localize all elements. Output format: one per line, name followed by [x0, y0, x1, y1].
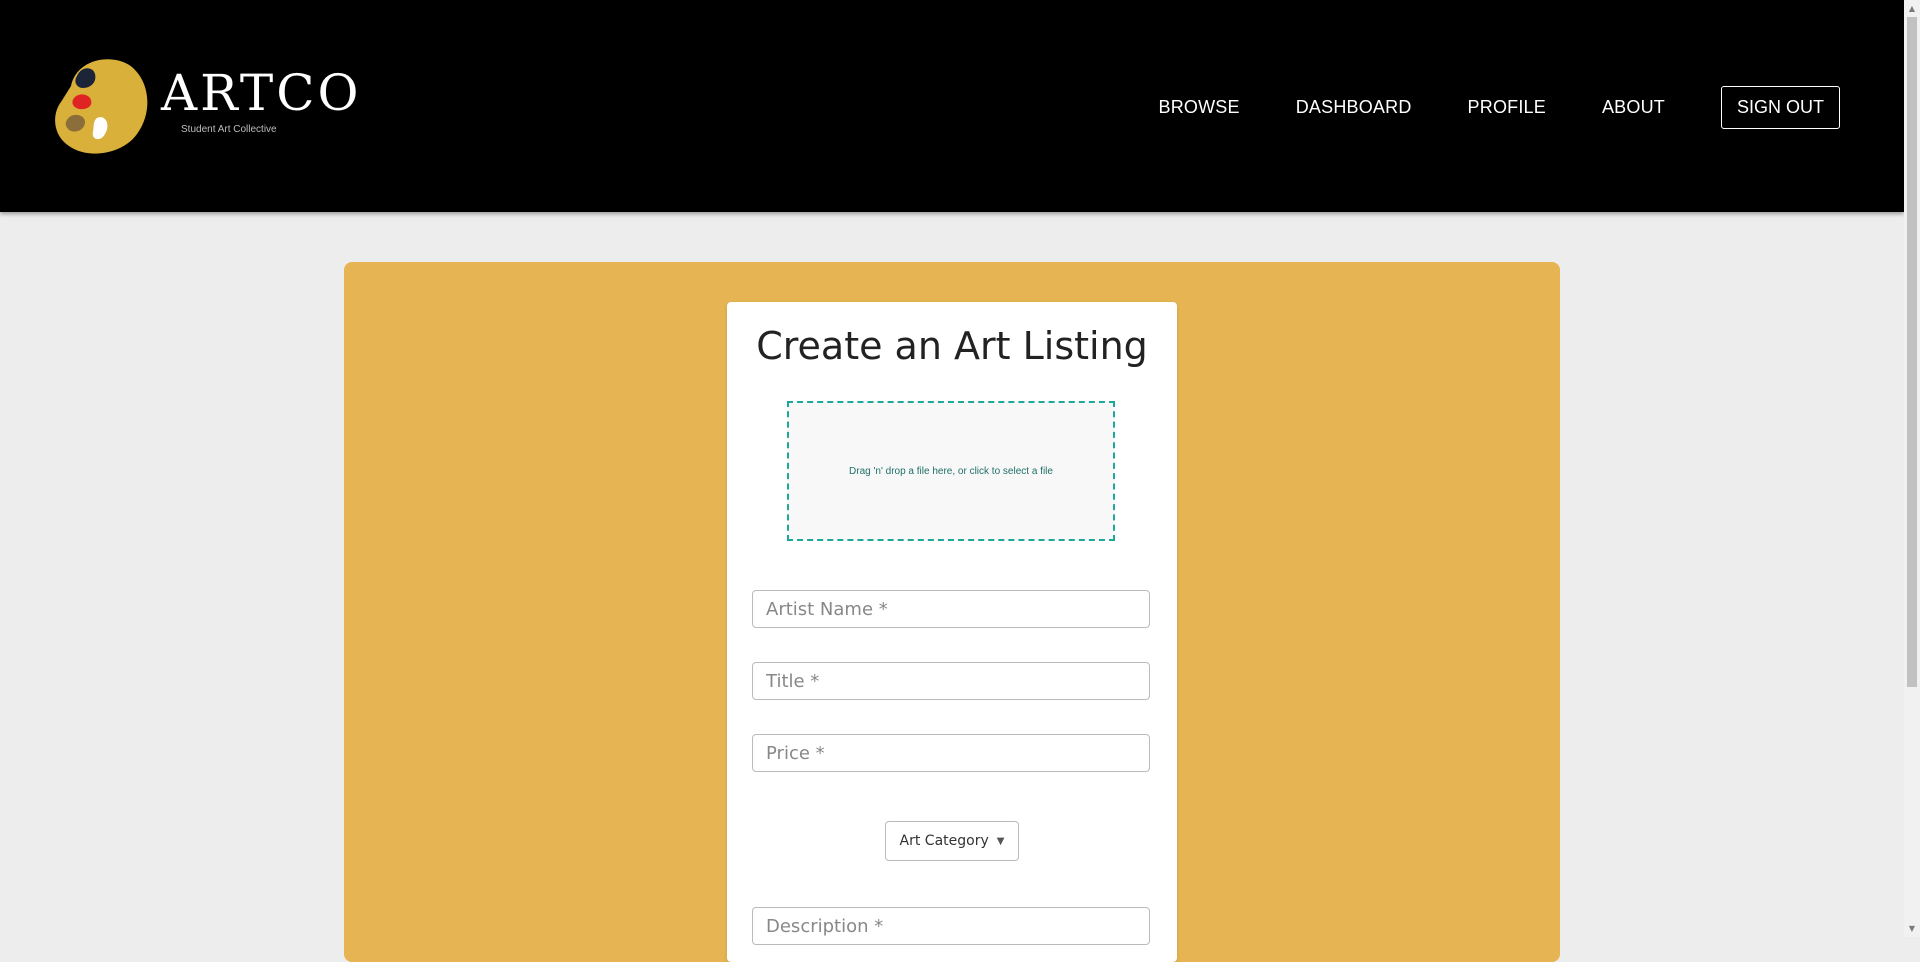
price-input[interactable] [752, 734, 1150, 772]
create-listing-card: Create an Art Listing Drag 'n' drop a fi… [727, 302, 1177, 962]
nav-menu: BROWSE DASHBOARD PROFILE ABOUT SIGN OUT [1159, 86, 1840, 129]
artco-logo[interactable]: ARTCO Student Art Collective [53, 54, 358, 158]
vertical-scrollbar[interactable]: ▲ ▼ [1904, 0, 1920, 937]
page-title: Create an Art Listing [756, 324, 1148, 368]
navbar: ARTCO Student Art Collective BROWSE DASH… [0, 0, 1904, 212]
scrollbar-thumb[interactable] [1907, 17, 1917, 687]
nav-link-browse[interactable]: BROWSE [1159, 97, 1240, 118]
art-category-dropdown[interactable]: Art Category ▼ [885, 821, 1019, 861]
artist-name-input[interactable] [752, 590, 1150, 628]
nav-link-profile[interactable]: PROFILE [1468, 97, 1546, 118]
dropzone-text: Drag 'n' drop a file here, or click to s… [849, 465, 1053, 477]
palette-icon [55, 59, 148, 154]
brand-tagline: Student Art Collective [181, 124, 277, 135]
nav-link-about[interactable]: ABOUT [1602, 97, 1665, 118]
scroll-down-arrow-icon[interactable]: ▼ [1904, 920, 1920, 937]
sign-out-button[interactable]: SIGN OUT [1720, 86, 1840, 129]
brand-name: ARTCO [161, 64, 362, 122]
caret-down-icon: ▼ [996, 835, 1005, 847]
file-dropzone[interactable]: Drag 'n' drop a file here, or click to s… [787, 401, 1115, 541]
scroll-up-arrow-icon[interactable]: ▲ [1904, 0, 1920, 17]
title-input[interactable] [752, 662, 1150, 700]
art-category-label: Art Category [899, 833, 989, 849]
nav-link-dashboard[interactable]: DASHBOARD [1296, 97, 1412, 118]
description-input[interactable] [752, 907, 1150, 945]
